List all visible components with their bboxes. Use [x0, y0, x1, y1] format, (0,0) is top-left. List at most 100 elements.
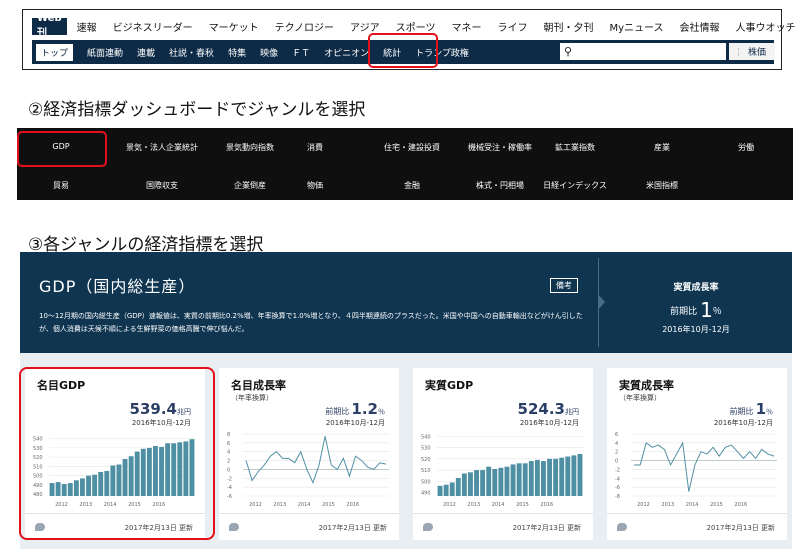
highlight-nominal-gdp-card [19, 367, 215, 540]
category-item[interactable]: 企業倒産 [234, 180, 266, 191]
y-tick-label: -6 [615, 485, 620, 491]
search-icon: ⚲ [564, 45, 573, 58]
twitter-icon[interactable] [617, 523, 627, 531]
indicator-card[interactable]: 実質GDP 524.3兆円 2016年10月-12月 2017年2月13日 更新 540… [413, 368, 593, 540]
y-tick-label: -6 [227, 494, 232, 500]
category-item[interactable]: 鉱工業指数 [555, 142, 595, 153]
x-tick-label: 2015 [710, 502, 723, 508]
nav-tab[interactable]: 特集 [228, 46, 246, 59]
nav-top-item[interactable]: 人事ウオッチ [736, 19, 796, 34]
indicator-chart: 6 4 2 0 -2 -4 -6 -8 2012 2013 2014 2015 2016 [615, 432, 777, 508]
card-value-unit: ％ [766, 408, 773, 416]
twitter-icon[interactable] [423, 523, 433, 531]
category-item[interactable]: 景気・法人企業統計 [126, 142, 198, 153]
y-tick-label: 0 [227, 467, 230, 473]
x-tick-label: 2016 [540, 502, 553, 508]
y-tick-label: 2 [227, 459, 230, 465]
nav-top-item[interactable]: Myニュース [609, 19, 663, 34]
gdp-description: 10～12月期の国内総生産（GDP）速報値は、実質の前期比0.2%増、年率換算で… [39, 312, 583, 333]
bar [461, 473, 467, 496]
nav-top-item[interactable]: ビジネスリーダー [113, 19, 193, 34]
y-tick-label: 8 [227, 432, 230, 438]
nav-tab[interactable]: オピニオン [324, 46, 369, 59]
x-tick-label: 2013 [661, 502, 674, 508]
y-tick-label: -4 [227, 485, 232, 491]
card-footer: 2017年2月13日 更新 [219, 513, 399, 540]
bar [559, 457, 565, 496]
kabuka-button[interactable]: 株価 [739, 43, 775, 60]
card-title: 実質成長率 [619, 379, 674, 392]
indicator-card[interactable]: 実質成長率 （年率換算） 前期比 1％ 2016年10月-12月 2017年2月13日 更… [607, 368, 787, 540]
nav-tab[interactable]: 映像 [260, 46, 278, 59]
nav-top-item[interactable]: スポーツ [396, 19, 436, 34]
nav-top-item[interactable]: テクノロジー [275, 19, 334, 34]
bar [565, 456, 571, 496]
x-tick-label: 2016 [734, 502, 747, 508]
card-value-prefix: 前期比 [729, 407, 754, 416]
series-line [245, 436, 387, 485]
category-item[interactable]: 金融 [404, 180, 420, 191]
nav-top-item[interactable]: 会社情報 [680, 19, 720, 34]
category-item[interactable]: 産業 [654, 142, 670, 153]
nav-tab-top-active[interactable]: トップ [36, 43, 74, 61]
bar [516, 463, 522, 496]
bar [528, 461, 534, 496]
nav-tab[interactable]: 連載 [137, 46, 155, 59]
nav-tab[interactable]: ＦＴ [292, 46, 310, 59]
bar [449, 482, 455, 496]
category-item[interactable]: 物価 [307, 180, 323, 191]
search-input[interactable]: ⚲ [560, 43, 726, 60]
nav-top-item[interactable]: マーケット [209, 19, 259, 34]
nav-top-item[interactable]: 速報 [77, 19, 97, 34]
nav-tab[interactable]: 紙面連動 [87, 46, 123, 59]
category-item[interactable]: 貿易 [53, 180, 69, 191]
twitter-icon[interactable] [229, 523, 239, 531]
x-tick-label: 2014 [298, 502, 311, 508]
x-tick-label: 2016 [346, 502, 359, 508]
real-growth-prefix: 前期比 [670, 307, 698, 317]
card-date: 2016年10月-12月 [713, 419, 773, 427]
bar [492, 468, 498, 496]
web-kan-logo[interactable]: Web刊 [32, 13, 67, 39]
card-updated: 2017年2月13日 更新 [318, 524, 387, 532]
bar [443, 484, 449, 496]
card-value-unit: ％ [378, 408, 385, 416]
card-footer: 2017年2月13日 更新 [607, 513, 787, 540]
y-tick-label: 510 [421, 468, 431, 474]
bar [480, 470, 486, 496]
nav-top-item[interactable]: 朝刊・夕刊 [543, 19, 593, 34]
highlight-tokei [368, 33, 438, 68]
indicator-card[interactable]: 名目成長率 （年率換算） 前期比 1.2％ 2016年10月-12月 2017年2月13日… [219, 368, 399, 540]
nav-tab[interactable]: 社説・春秋 [169, 46, 214, 59]
card-updated: 2017年2月13日 更新 [706, 524, 775, 532]
category-item[interactable]: 消費 [307, 142, 323, 153]
y-tick-label: -8 [615, 494, 620, 500]
category-item[interactable]: 国際収支 [146, 180, 178, 191]
category-item[interactable]: 機械受注・稼働率 [468, 142, 532, 153]
nav-top-item[interactable]: マネー [451, 19, 481, 34]
bar [571, 455, 577, 496]
card-date: 2016年10月-12月 [325, 419, 385, 427]
nav-top-item[interactable]: アジア [350, 19, 380, 34]
bar [553, 458, 559, 496]
card-title: 名目成長率 [231, 379, 286, 392]
card-value: 524.3兆円 [516, 399, 579, 418]
card-value-unit: 兆円 [565, 408, 579, 416]
category-item[interactable]: 日経インデックス [543, 180, 607, 191]
category-item[interactable]: 労働 [738, 142, 754, 153]
x-tick-label: 2014 [686, 502, 699, 508]
note-badge[interactable]: 備考 [550, 278, 578, 293]
category-item[interactable]: 住宅・建設投資 [384, 142, 440, 153]
x-tick-label: 2015 [322, 502, 335, 508]
category-item[interactable]: 景気動向指数 [226, 142, 274, 153]
category-item[interactable]: 株式・円相場 [476, 180, 524, 191]
indicator-chart: 8 6 4 2 0 -2 -4 -6 2012 2013 2014 2015 2016 [227, 432, 389, 508]
category-item[interactable]: 米国指標 [646, 180, 678, 191]
card-value: 前期比 1.2％ [325, 399, 385, 418]
x-tick-label: 2012 [249, 502, 262, 508]
card-value-number: 1.2 [351, 400, 378, 418]
y-tick-label: 490 [421, 491, 431, 497]
y-tick-label: 520 [421, 457, 431, 463]
real-growth-date: 2016年10月-12月 [662, 325, 730, 334]
nav-top-item[interactable]: ライフ [497, 19, 527, 34]
